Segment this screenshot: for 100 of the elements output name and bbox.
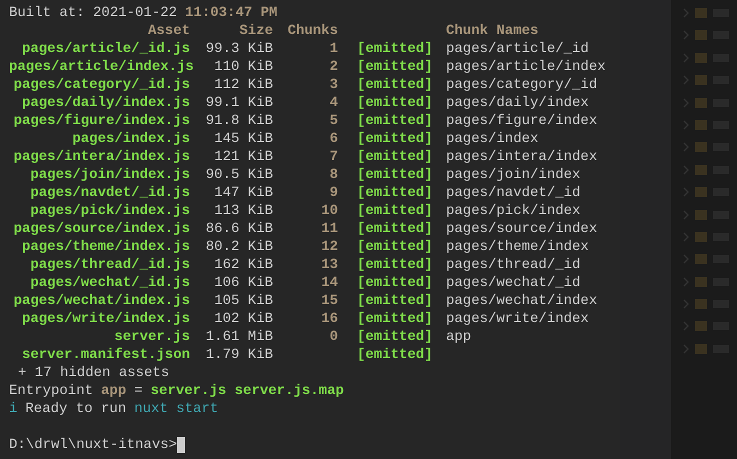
asset-size: 90.5 KiB [206, 166, 273, 184]
chunk-id: 13 [321, 256, 338, 274]
folder-icon [695, 187, 707, 198]
chunk-id: 3 [330, 76, 338, 94]
chevron-icon [683, 210, 689, 220]
asset-name: server.manifest.json [20, 346, 190, 364]
ready-message: Ready to run [25, 400, 126, 418]
emitted-status: [emitted] [357, 185, 433, 201]
folder-icon [695, 276, 707, 287]
chunk-id: 7 [330, 148, 338, 166]
chunk-name: pages/navdet/_id [446, 184, 580, 202]
chevron-icon [683, 30, 689, 40]
asset-name: pages/wechat/index.js [12, 292, 190, 310]
emitted-status: [emitted] [357, 275, 433, 291]
chunk-name: pages/index [446, 130, 538, 148]
chunk-name: pages/pick/index [446, 202, 580, 220]
chunk-id: 12 [321, 238, 338, 256]
chunk-id: 10 [321, 202, 338, 220]
asset-name: pages/thread/_id.js [29, 256, 190, 274]
emitted-status: [emitted] [357, 113, 433, 129]
chunk-name: app [446, 328, 472, 346]
asset-size: 80.2 KiB [206, 238, 273, 256]
asset-size: 99.3 KiB [206, 40, 273, 58]
chunk-name: pages/thread/_id [446, 256, 580, 274]
entrypoint-name: app [101, 382, 126, 400]
folder-icon [695, 299, 707, 310]
folder-icon [695, 142, 707, 152]
asset-name: pages/wechat/_id.js [29, 274, 190, 292]
asset-size: 113 KiB [214, 202, 273, 220]
chunk-name: pages/figure/index [446, 112, 598, 130]
folder-icon [695, 8, 707, 18]
chunk-id: 0 [330, 328, 338, 346]
emitted-status: [emitted] [357, 59, 433, 75]
command-prompt: D:\drwl\nuxt-itnavs> [9, 436, 178, 454]
chunk-name: pages/daily/index [446, 94, 589, 112]
chevron-icon [683, 321, 689, 332]
asset-name: pages/figure/index.js [12, 112, 190, 130]
chevron-icon [683, 232, 689, 242]
asset-size: 112 KiB [214, 76, 273, 94]
chevron-icon [683, 254, 689, 264]
chunk-id: 1 [330, 40, 338, 58]
asset-size: 102 KiB [214, 310, 273, 328]
entrypoint-label: Entrypoint [9, 382, 94, 400]
folder-icon [695, 98, 707, 108]
chevron-icon [683, 344, 689, 354]
asset-name: pages/theme/index.js [20, 238, 190, 256]
chevron-icon [683, 142, 689, 152]
folder-icon [695, 254, 707, 264]
column-header: Chunks [286, 22, 338, 40]
emitted-status: [emitted] [357, 95, 433, 111]
info-icon: i [9, 400, 18, 418]
asset-size: 91.8 KiB [206, 112, 273, 130]
asset-size: 147 KiB [214, 184, 273, 202]
emitted-status: [emitted] [357, 239, 433, 255]
built-label: Built at: 2021-01-22 [9, 4, 178, 22]
entrypoint-files: server.js server.js.map [150, 382, 344, 400]
emitted-status: [emitted] [357, 347, 433, 363]
emitted-status: [emitted] [357, 203, 433, 219]
asset-size: 110 KiB [214, 58, 273, 76]
emitted-status: [emitted] [357, 221, 433, 237]
folder-icon [695, 344, 707, 354]
chunk-name: pages/article/index [446, 58, 606, 76]
emitted-status: [emitted] [357, 311, 433, 327]
chunk-id: 9 [330, 184, 338, 202]
emitted-status: [emitted] [357, 77, 433, 93]
emitted-status: [emitted] [357, 257, 433, 273]
emitted-status: [emitted] [357, 329, 433, 345]
chunk-id: 8 [330, 166, 338, 184]
asset-size: 162 KiB [214, 256, 273, 274]
chunk-name: pages/source/index [446, 220, 598, 238]
emitted-status: [emitted] [357, 41, 433, 57]
built-time: 11:03:47 PM [185, 4, 278, 22]
asset-name: pages/join/index.js [29, 166, 190, 184]
chevron-icon [683, 75, 689, 86]
asset-size: 121 KiB [214, 148, 273, 166]
chevron-icon [683, 164, 689, 175]
chunk-name: pages/wechat/index [446, 292, 598, 310]
chunk-name: pages/intera/index [446, 148, 598, 166]
folder-icon [695, 321, 707, 332]
chunk-id: 14 [321, 274, 338, 292]
chunk-name: pages/category/_id [446, 76, 598, 94]
chunk-id: 15 [321, 292, 338, 310]
asset-name: pages/intera/index.js [12, 148, 190, 166]
emitted-status: [emitted] [357, 149, 433, 165]
folder-icon [695, 120, 707, 130]
chunk-name: pages/wechat/_id [446, 274, 580, 292]
asset-name: pages/index.js [71, 130, 190, 148]
chevron-icon [683, 299, 689, 310]
chunk-id: 2 [330, 58, 338, 76]
asset-size: 105 KiB [214, 292, 273, 310]
asset-name: pages/source/index.js [12, 220, 190, 238]
emitted-status: [emitted] [357, 167, 433, 183]
chunk-id: 16 [321, 310, 338, 328]
asset-size: 86.6 KiB [206, 220, 273, 238]
chunk-name: pages/join/index [446, 166, 580, 184]
chevron-icon [683, 8, 689, 18]
chunk-id: 6 [330, 130, 338, 148]
asset-name: pages/navdet/_id.js [29, 184, 190, 202]
asset-size: 106 KiB [214, 274, 273, 292]
asset-size: 1.79 KiB [206, 346, 273, 364]
